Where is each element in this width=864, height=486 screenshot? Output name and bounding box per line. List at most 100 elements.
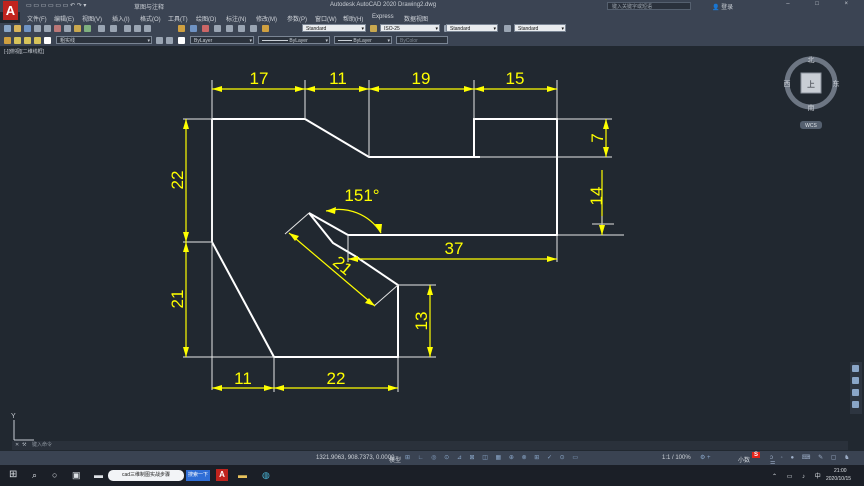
text-style-select[interactable]: Standard ▾	[302, 24, 366, 32]
layers-toolbar: 粗实线 ▾ ByLayer ▾ ByLayer ▾ ByLayer ▾ ByColor	[0, 35, 864, 46]
sun-icon[interactable]	[24, 37, 31, 44]
viewcube-north[interactable]: 北	[808, 56, 815, 64]
help-icon[interactable]	[250, 25, 257, 32]
menu-tools[interactable]: 工具(T)	[168, 14, 188, 23]
menu-edit[interactable]: 编辑(E)	[54, 14, 74, 23]
login-button[interactable]: 👤 登录	[712, 2, 733, 11]
menu-draw[interactable]: 绘图(D)	[196, 14, 216, 23]
pan-icon[interactable]	[124, 25, 131, 32]
chevron-down-icon: ▾	[387, 38, 390, 44]
zoom-extents-icon[interactable]	[852, 389, 859, 396]
menu-file[interactable]: 文件(F)	[27, 14, 47, 23]
make-current-icon[interactable]	[156, 37, 163, 44]
menu-dimension[interactable]: 标注(N)	[226, 14, 246, 23]
search-input[interactable]: 键入关键字或短语	[607, 2, 691, 10]
layer-properties-icon[interactable]	[4, 37, 11, 44]
undo-icon[interactable]	[98, 25, 105, 32]
lightbulb-icon[interactable]	[14, 37, 21, 44]
menu-parametric[interactable]: 参数(P)	[287, 14, 307, 23]
wcs-menu[interactable]: WCS	[805, 123, 817, 129]
quick-access-icons[interactable]: ▭ ▭ ▭ ▭ ▭ ▭ ↶ ↷ ▾	[26, 2, 86, 9]
menu-insert[interactable]: 插入(I)	[112, 14, 130, 23]
cut-icon[interactable]	[54, 25, 61, 32]
folder-icon[interactable]: ▬	[238, 470, 247, 480]
tool-palettes-icon[interactable]	[202, 25, 209, 32]
file-explorer-icon[interactable]: ▬	[94, 470, 103, 480]
browser-icon[interactable]: ◍	[262, 470, 270, 481]
dim-22-left: 22	[168, 171, 187, 190]
taskbar-search-button[interactable]: 搜索一下	[186, 470, 210, 481]
markup-icon[interactable]	[226, 25, 233, 32]
steering-wheel-icon[interactable]	[852, 365, 859, 372]
viewcube-south[interactable]: 南	[808, 103, 815, 112]
wrench-icon[interactable]: ⚒	[22, 441, 26, 450]
linetype-value: ByLayer	[289, 38, 308, 44]
drafting-toggles[interactable]: ⊞ ∟ ◎ ⊙ ⊿ ⊠ ◫ ▦ ⊕ ⊗ ⊞ ✓ ⊙ ▭	[405, 454, 581, 461]
system-tray[interactable]: ⌃ ▭ ♪ 中	[772, 471, 825, 480]
table-style-select[interactable]: Standard ▾	[446, 24, 498, 32]
design-center-icon[interactable]	[190, 25, 197, 32]
multileader-style-select[interactable]: Standard ▾	[514, 24, 566, 32]
navigation-bar[interactable]	[850, 362, 862, 414]
autocad-taskbar-icon[interactable]: A	[216, 469, 228, 481]
layer-previous-icon[interactable]	[166, 37, 173, 44]
viewcube-west[interactable]: 西	[784, 80, 791, 88]
coordinates-readout[interactable]: 1321.9063, 908.7373, 0.0000	[316, 455, 394, 461]
zoom-icon[interactable]	[134, 25, 141, 32]
preview-icon[interactable]	[44, 25, 51, 32]
dim-13: 13	[412, 312, 431, 331]
menu-data-view[interactable]: 数据视图	[404, 14, 428, 23]
layer-select[interactable]: 粗实线 ▾	[56, 36, 152, 44]
save-icon[interactable]	[24, 25, 31, 32]
dim-style-icon	[370, 25, 377, 32]
lineweight-select[interactable]: ByLayer ▾	[334, 36, 392, 44]
menu-express[interactable]: Express	[372, 14, 394, 20]
units-display[interactable]: 小数	[738, 455, 750, 464]
dim-style-select[interactable]: ISO-25 ▾	[380, 24, 440, 32]
copy-icon[interactable]	[64, 25, 71, 32]
redo-icon[interactable]	[110, 25, 117, 32]
color-swatch	[178, 37, 185, 44]
menu-window[interactable]: 窗口(W)	[315, 14, 337, 23]
command-input[interactable]: 键入命令	[32, 442, 52, 448]
orbit-icon[interactable]	[852, 401, 859, 408]
plot-style-select[interactable]: ByColor	[396, 36, 448, 44]
menu-view[interactable]: 视图(V)	[82, 14, 102, 23]
task-view-icon[interactable]: ▣	[72, 470, 81, 481]
properties-icon[interactable]	[178, 25, 185, 32]
drawing-canvas[interactable]: 17 11 19 15 7 14 22 21 37 21 151° 13 11 …	[0, 46, 864, 443]
autocad-logo[interactable]: A	[3, 1, 18, 20]
window-controls[interactable]: – □ ×	[786, 1, 860, 7]
clock-time[interactable]: 21:00	[834, 468, 847, 474]
cortana-icon[interactable]: ○	[52, 470, 57, 480]
linetype-select[interactable]: ByLayer ▾	[258, 36, 330, 44]
calculator-icon[interactable]	[238, 25, 245, 32]
taskbar-search-box[interactable]: cad三维制图实战步骤	[108, 470, 184, 481]
print-icon[interactable]	[34, 25, 41, 32]
sheet-set-icon[interactable]	[214, 25, 221, 32]
zoom-window-icon[interactable]	[144, 25, 151, 32]
dim-17: 17	[250, 69, 269, 88]
menu-modify[interactable]: 修改(M)	[256, 14, 277, 23]
pan-icon[interactable]	[852, 377, 859, 384]
new-icon[interactable]	[4, 25, 11, 32]
annotation-scale[interactable]: 1:1 / 100%	[662, 455, 691, 461]
viewcube[interactable]: 上 北 南 东 西 WCS	[784, 56, 840, 129]
close-icon[interactable]: ✕	[15, 441, 19, 450]
paste-icon[interactable]	[74, 25, 81, 32]
command-line[interactable]: ✕ ⚒ 键入命令	[12, 441, 848, 450]
lock-icon[interactable]	[34, 37, 41, 44]
windows-start-icon[interactable]: ⊞	[9, 469, 17, 480]
menu-format[interactable]: 格式(O)	[140, 14, 161, 23]
clock-date[interactable]: 2020/10/15	[826, 476, 851, 482]
ime-icon[interactable]: S	[752, 452, 761, 458]
workspace-gear-icon[interactable]: ⚙ +	[700, 454, 711, 461]
match-properties-icon[interactable]	[84, 25, 91, 32]
menu-help[interactable]: 帮助(H)	[343, 14, 363, 23]
viewcube-east[interactable]: 东	[833, 79, 840, 88]
open-icon[interactable]	[14, 25, 21, 32]
search-icon[interactable]: ⌕	[32, 470, 37, 481]
model-space-button[interactable]: 模型	[389, 455, 401, 464]
workspace-switcher[interactable]: 草图与注释	[134, 2, 164, 11]
color-select[interactable]: ByLayer ▾	[190, 36, 254, 44]
